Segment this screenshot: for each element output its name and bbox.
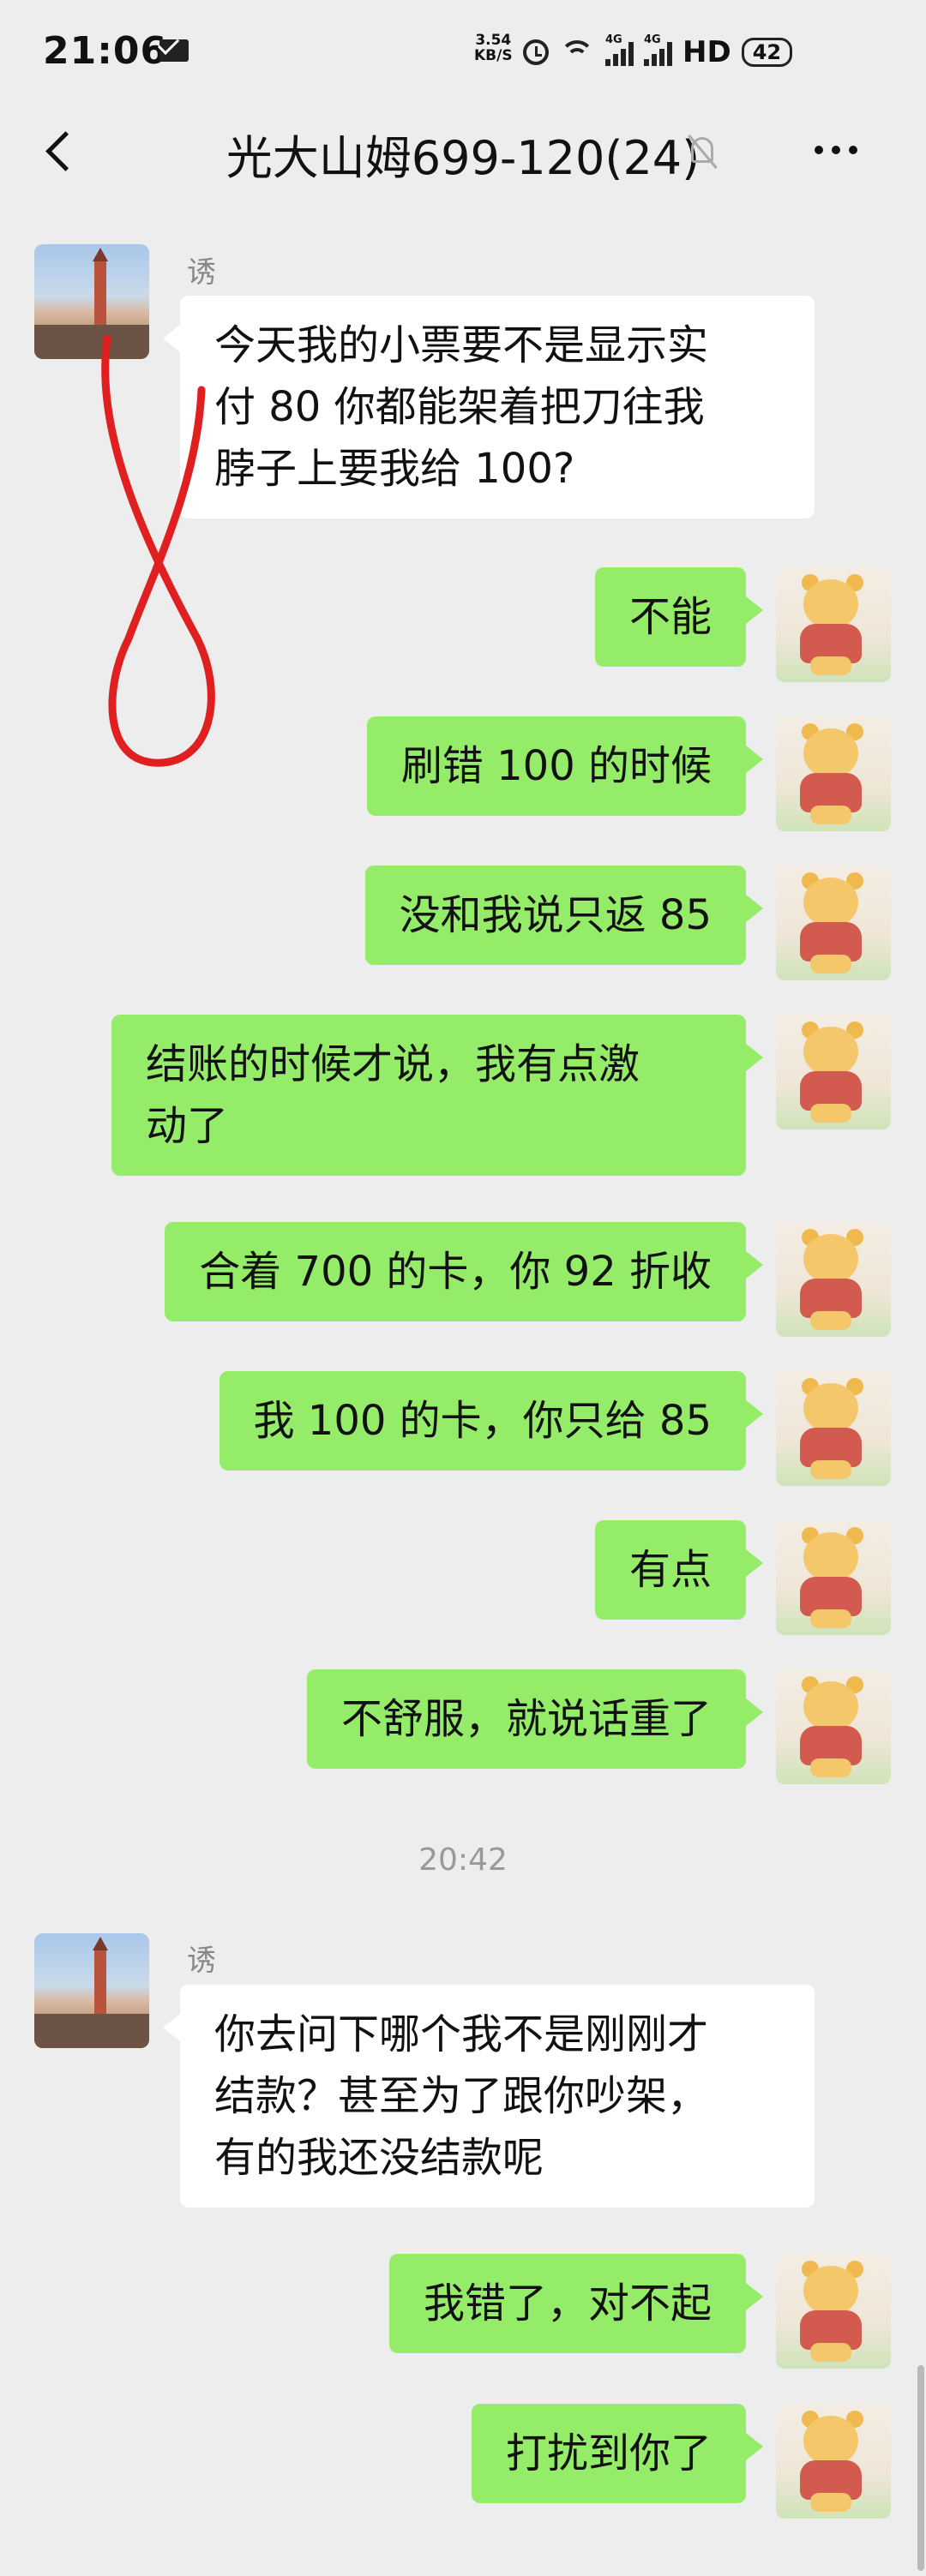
chat-header: 光大山姆699-120(24) [0,103,926,199]
message-bubble-outgoing[interactable]: 没和我说只返 85 [364,866,764,965]
wifi-icon [559,39,595,66]
self-avatar[interactable] [776,866,891,980]
message-bubble-incoming[interactable]: 你去问下哪个我不是刚刚才 结款？甚至为了跟你吵架， 有的我还没结款呢 [163,1985,815,2208]
alarm-icon [523,39,549,65]
sender-name: 诱 [187,1944,216,1978]
self-avatar[interactable] [776,1520,891,1635]
self-avatar[interactable] [776,1222,891,1337]
sender-name: 诱 [187,255,216,290]
message-bubble-outgoing[interactable]: 合着 700 的卡，你 92 折收 [165,1222,763,1321]
message-notification-icon [159,39,189,62]
more-button[interactable] [815,146,875,159]
chat-title: 光大山姆699-120(24) [225,131,701,185]
self-avatar[interactable] [776,1371,891,1486]
more-dots-icon [815,146,823,154]
network-type-2: 4G [644,33,661,46]
message-bubble-outgoing[interactable]: 打扰到你了 [471,2404,764,2503]
self-avatar[interactable] [776,2404,891,2519]
message-bubble-outgoing[interactable]: 我 100 的卡，你只给 85 [219,1371,764,1471]
status-icons: 4G 4G HD 42 [523,31,793,74]
message-bubble-outgoing[interactable]: 不舒服，就说话重了 [306,1669,764,1769]
signal-icon-1: 4G [605,33,634,66]
message-bubble-incoming[interactable]: 今天我的小票要不是显示实 付 80 你都能架着把刀往我 脖子上要我给 100? [163,296,815,518]
network-speed: 3.54 KB/S [474,33,513,63]
message-bubble-outgoing[interactable]: 我错了，对不起 [388,2254,764,2353]
network-type-1: 4G [605,33,622,46]
battery-indicator: 42 [741,38,793,67]
self-avatar[interactable] [776,716,891,831]
self-avatar[interactable] [776,567,891,682]
self-avatar[interactable] [776,2254,891,2369]
sender-avatar[interactable] [34,1933,149,2048]
message-bubble-outgoing[interactable]: 结账的时候才说，我有点激 动了 [111,1015,763,1176]
signal-icon-2: 4G [644,33,672,66]
status-bar: 21:06 3.54 KB/S 4G 4G HD 42 [0,0,926,103]
network-speed-value: 3.54 [475,32,512,49]
self-avatar[interactable] [776,1015,891,1129]
hd-indicator: HD [682,35,731,69]
status-time: 21:06 [43,29,168,73]
chat-timestamp: 20:42 [418,1842,508,1878]
message-bubble-outgoing[interactable]: 刷错 100 的时候 [366,716,764,816]
message-bubble-outgoing[interactable]: 不能 [594,567,764,667]
scrollbar[interactable] [917,2365,924,2571]
sender-avatar[interactable] [34,244,149,359]
network-speed-unit: KB/S [474,47,513,64]
self-avatar[interactable] [776,1669,891,1784]
bell-slash-icon [686,134,720,171]
message-bubble-outgoing[interactable]: 有点 [594,1520,764,1620]
